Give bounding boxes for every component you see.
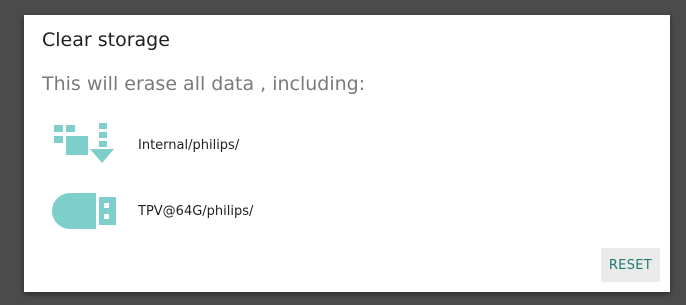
internal-storage-label: Internal/philips/ [138, 137, 240, 153]
dialog-title: Clear storage [42, 29, 170, 51]
storage-item-usb: TPV@64G/philips/ [52, 189, 253, 233]
usb-drive-icon [52, 189, 117, 233]
storage-item-internal: Internal/philips/ [52, 123, 239, 167]
dialog-message: This will erase all data , including: [42, 73, 366, 95]
usb-storage-label: TPV@64G/philips/ [138, 203, 254, 219]
internal-storage-icon [52, 123, 116, 167]
clear-storage-dialog: Clear storage This will erase all data ,… [24, 15, 670, 292]
reset-button[interactable]: RESET [600, 248, 660, 282]
